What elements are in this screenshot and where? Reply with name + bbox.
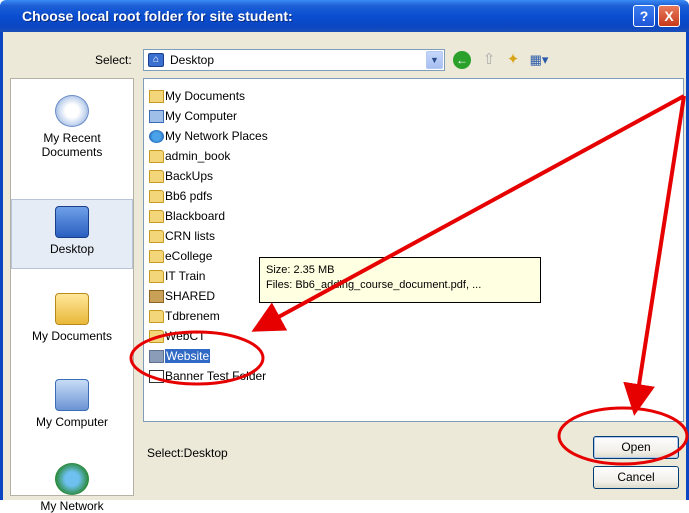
open-button[interactable]: Open <box>593 436 679 459</box>
place-my-documents[interactable]: My Documents <box>11 293 133 343</box>
list-item[interactable]: Tdbrenem <box>149 307 220 325</box>
folder-icon <box>149 269 164 283</box>
place-my-network[interactable]: My Network <box>11 463 133 513</box>
place-label: My Computer <box>35 415 109 429</box>
title-bar: Choose local root folder for site studen… <box>0 0 689 32</box>
folder-tooltip: Size: 2.35 MB Files: Bb6_adding_course_d… <box>259 257 541 303</box>
list-item[interactable]: WebCT <box>149 327 205 345</box>
desktop-icon <box>55 206 89 238</box>
chevron-down-icon[interactable]: ▼ <box>426 51 443 69</box>
place-my-computer[interactable]: My Computer <box>11 379 133 429</box>
folder-icon <box>149 149 164 163</box>
list-item[interactable]: Blackboard <box>149 207 225 225</box>
list-item[interactable]: Bb6 pdfs <box>149 187 212 205</box>
tooltip-files: Files: Bb6_adding_course_document.pdf, .… <box>266 279 482 291</box>
place-my-recent-documents[interactable]: My Recent Documents <box>11 95 133 159</box>
close-button[interactable]: X <box>658 5 680 27</box>
list-item[interactable]: My Computer <box>149 107 237 125</box>
status-text: Select:Desktop <box>147 446 228 460</box>
list-item[interactable]: My Documents <box>149 87 245 105</box>
back-button-icon[interactable]: ← <box>453 51 471 69</box>
cancel-button[interactable]: Cancel <box>593 466 679 489</box>
folder-icon <box>149 229 164 243</box>
place-desktop[interactable]: Desktop <box>11 199 133 269</box>
list-item[interactable]: IT Train <box>149 267 205 285</box>
folder-icon <box>149 189 164 203</box>
list-item[interactable]: My Network Places <box>149 127 268 145</box>
place-label: My Network <box>40 499 104 513</box>
folder-icon <box>149 209 164 223</box>
folder-icon <box>149 249 164 263</box>
folder-icon <box>149 89 164 103</box>
network-icon <box>149 129 164 143</box>
my-network-icon <box>55 463 89 495</box>
help-button[interactable]: ? <box>633 5 655 27</box>
place-label: Desktop <box>49 242 95 256</box>
up-folder-icon[interactable]: ⇧ <box>479 50 499 70</box>
shared-folder-icon <box>149 289 164 303</box>
location-combobox[interactable]: ⌂ Desktop ▼ <box>143 49 445 71</box>
folder-icon <box>149 349 164 363</box>
list-item[interactable]: admin_book <box>149 147 230 165</box>
list-item[interactable]: CRN lists <box>149 227 215 245</box>
desktop-icon: ⌂ <box>148 53 164 67</box>
list-item-selected[interactable]: Website <box>149 347 211 365</box>
computer-icon <box>149 109 164 123</box>
shortcut-icon <box>149 369 164 383</box>
new-folder-icon[interactable]: ✦ <box>503 50 523 70</box>
my-documents-icon <box>55 293 89 325</box>
place-label: My Documents <box>31 329 113 343</box>
recent-documents-icon <box>55 95 89 127</box>
list-item[interactable]: SHARED <box>149 287 215 305</box>
location-value: Desktop <box>170 53 215 67</box>
dialog-body: Select: ⌂ Desktop ▼ ← ⇧ ✦ ▦▾ My Recent Do… <box>0 32 689 513</box>
list-item[interactable]: eCollege <box>149 247 212 265</box>
tooltip-size: Size: 2.35 MB <box>266 264 335 276</box>
file-list[interactable]: My Documents My Computer My Network Plac… <box>143 78 684 422</box>
my-computer-icon <box>55 379 89 411</box>
dialog-title: Choose local root folder for site studen… <box>22 8 293 24</box>
list-item[interactable]: Banner Test Folder <box>149 367 266 385</box>
place-label: My Recent Documents <box>41 131 103 159</box>
view-menu-icon[interactable]: ▦▾ <box>529 50 549 70</box>
folder-icon <box>149 309 164 323</box>
select-label: Select: <box>95 53 132 67</box>
folder-icon <box>149 329 164 343</box>
places-bar: My Recent Documents Desktop My Documents … <box>10 78 134 513</box>
list-item[interactable]: BackUps <box>149 167 213 185</box>
folder-icon <box>149 169 164 183</box>
